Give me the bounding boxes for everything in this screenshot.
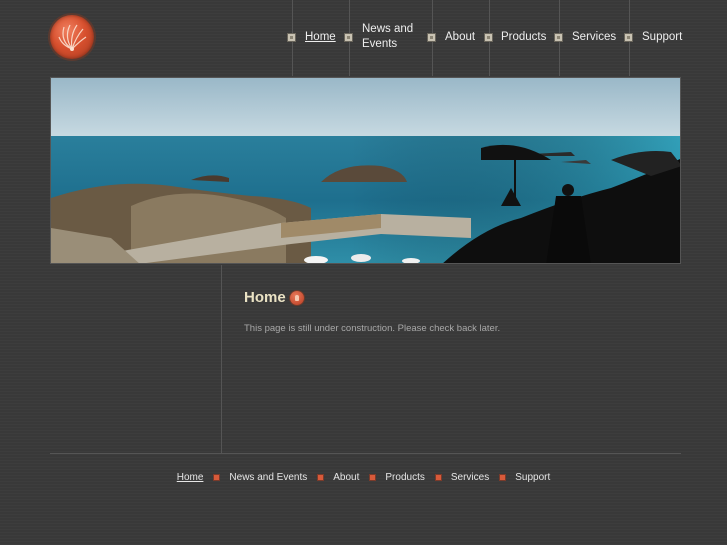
footer-bullet-icon <box>434 474 442 481</box>
footer-bullet-icon <box>499 474 507 481</box>
footer-link-home[interactable]: Home <box>177 472 204 483</box>
nav-bullet-icon <box>287 33 296 42</box>
nav-bullet-icon <box>484 33 493 42</box>
orange-badge-icon <box>290 291 304 305</box>
header-banner-image <box>50 77 681 264</box>
page: Home News and Events About Products Serv… <box>0 0 727 545</box>
footer-bullet-icon <box>317 474 325 481</box>
footer-divider <box>50 453 681 454</box>
nav-item-home[interactable]: Home <box>305 30 336 45</box>
nav-item-about[interactable]: About <box>445 30 475 45</box>
footer-link-news-and-events[interactable]: News and Events <box>229 472 307 483</box>
content-divider <box>221 265 222 453</box>
nav-bullet-icon <box>427 33 436 42</box>
nav-item-news-and-events[interactable]: News and Events <box>362 22 418 52</box>
footer-bullet-icon <box>213 474 221 481</box>
footer-bullet-icon <box>369 474 377 481</box>
nav-item-support[interactable]: Support <box>642 30 682 45</box>
footer-link-services[interactable]: Services <box>451 472 489 483</box>
nav-bullet-icon <box>554 33 563 42</box>
nav-bullet-icon <box>624 33 633 42</box>
footer-link-support[interactable]: Support <box>515 472 550 483</box>
footer-navigation: Home News and Events About Products Services… <box>0 472 727 483</box>
page-title: Home <box>244 289 286 306</box>
coastal-photo <box>51 78 680 263</box>
footer-link-about[interactable]: About <box>333 472 359 483</box>
nav-bullet-icon <box>344 33 353 42</box>
nav-item-products[interactable]: Products <box>501 30 546 45</box>
page-body-text: This page is still under construction. P… <box>244 323 501 334</box>
footer-link-products[interactable]: Products <box>385 472 424 483</box>
nav-item-services[interactable]: Services <box>572 30 616 45</box>
top-navigation: Home News and Events About Products Serv… <box>0 0 727 76</box>
